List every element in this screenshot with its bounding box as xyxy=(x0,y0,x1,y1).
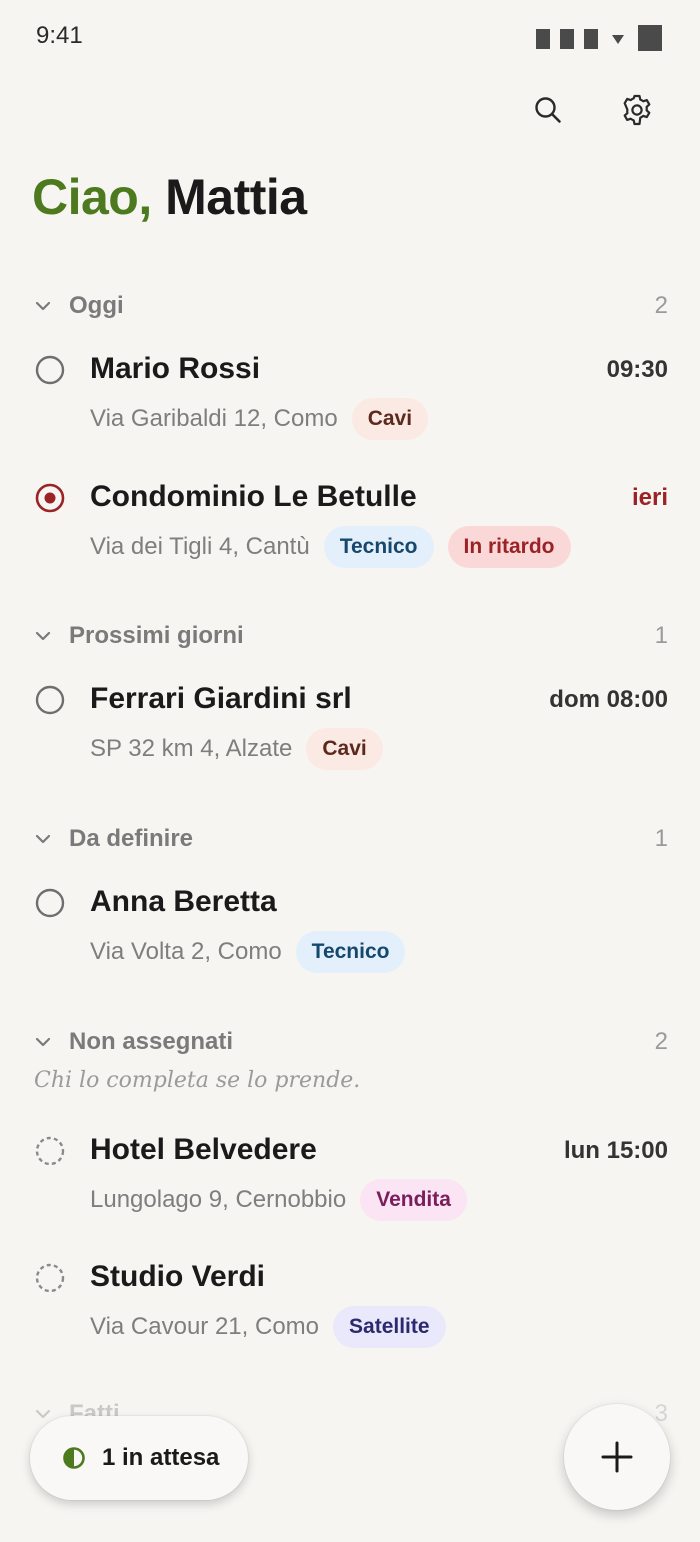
task-address: SP 32 km 4, Alzate xyxy=(90,735,293,762)
plus-icon xyxy=(601,1441,633,1473)
circle-checkbox-icon[interactable] xyxy=(34,684,66,716)
task-item[interactable]: Condominio Le Betulle ieri Via dei Tigli… xyxy=(34,480,668,592)
task-address: Via Garibaldi 12, Como xyxy=(90,405,338,432)
section-title: Da definire xyxy=(69,825,194,852)
task-time: lun 15:00 xyxy=(563,1137,668,1164)
task-meta: Via Cavour 21, Como Satellite xyxy=(90,1306,446,1348)
task-title: Ferrari Giardini srl xyxy=(90,682,352,715)
signal-bar-icon xyxy=(560,29,574,49)
user-name: Mattia xyxy=(165,169,307,225)
section-note: Chi lo completa se lo prende. xyxy=(34,1068,361,1093)
pending-label: 1 in attesa xyxy=(102,1444,220,1471)
settings-button[interactable] xyxy=(615,88,659,132)
status-icons xyxy=(536,25,662,51)
greeting-hello: Ciao, xyxy=(32,169,152,225)
task-title: Mario Rossi xyxy=(90,352,261,385)
section-title: Prossimi giorni xyxy=(69,622,244,649)
task-title: Hotel Belvedere xyxy=(90,1133,317,1166)
circle-checkbox-icon[interactable] xyxy=(34,887,66,919)
tag-badge: Cavi xyxy=(351,398,429,440)
greeting-title: Ciao, Mattia xyxy=(32,168,307,226)
chevron-down-icon xyxy=(34,630,54,642)
section-header-prossimi-giorni[interactable]: Prossimi giorni 1 xyxy=(34,616,668,656)
status-bar: 9:41 xyxy=(0,0,700,76)
chevron-down-icon xyxy=(34,300,54,312)
tag-badge: Cavi xyxy=(306,728,383,770)
section-title: Non assegnati xyxy=(69,1028,234,1055)
signal-bar-icon xyxy=(584,29,598,49)
task-meta: SP 32 km 4, Alzate Cavi xyxy=(90,728,383,770)
gear-icon xyxy=(623,94,651,126)
add-task-button[interactable] xyxy=(564,1404,670,1510)
task-address: Via Cavour 21, Como xyxy=(90,1313,320,1340)
task-item[interactable]: Anna Beretta Via Volta 2, Como Tecnico xyxy=(34,885,668,997)
task-item[interactable]: Mario Rossi 09:30 Via Garibaldi 12, Como… xyxy=(34,352,668,464)
section-header-da-definire[interactable]: Da definire 1 xyxy=(34,819,668,859)
tag-badge: Satellite xyxy=(333,1306,446,1348)
late-badge: In ritardo xyxy=(447,526,571,568)
task-meta: Via Volta 2, Como Tecnico xyxy=(90,931,406,973)
section-header-oggi[interactable]: Oggi 2 xyxy=(34,286,668,326)
task-meta: Lungolago 9, Cernobbio Vendita xyxy=(90,1179,467,1221)
status-time: 9:41 xyxy=(36,22,83,49)
section-header-non-assegnati[interactable]: Non assegnati 2 xyxy=(34,1022,668,1062)
search-icon xyxy=(535,97,561,123)
task-meta: Via dei Tigli 4, Cantù Tecnico In ritard… xyxy=(90,526,571,568)
task-title: Anna Beretta xyxy=(90,885,277,918)
dashed-circle-icon[interactable] xyxy=(34,1135,66,1167)
task-address: Via dei Tigli 4, Cantù xyxy=(90,533,310,560)
tag-badge: Vendita xyxy=(360,1179,467,1221)
task-time: ieri xyxy=(631,484,668,511)
task-time: dom 08:00 xyxy=(549,686,668,713)
section-title: Oggi xyxy=(69,292,124,319)
dashed-circle-icon[interactable] xyxy=(34,1262,66,1294)
tag-badge: Tecnico xyxy=(295,931,406,973)
task-item[interactable]: Studio Verdi Via Cavour 21, Como Satelli… xyxy=(34,1260,668,1372)
task-title: Studio Verdi xyxy=(90,1260,266,1293)
battery-icon xyxy=(638,25,662,51)
section-count: 1 xyxy=(654,622,668,649)
task-item[interactable]: Ferrari Giardini srl dom 08:00 SP 32 km … xyxy=(34,682,668,794)
chevron-down-icon xyxy=(34,1036,54,1048)
overdue-target-icon[interactable] xyxy=(34,482,66,514)
section-count: 1 xyxy=(654,825,668,852)
tag-badge: Tecnico xyxy=(323,526,434,568)
task-item[interactable]: Hotel Belvedere lun 15:00 Lungolago 9, C… xyxy=(34,1133,668,1245)
search-button[interactable] xyxy=(526,88,570,132)
circle-checkbox-icon[interactable] xyxy=(34,354,66,386)
signal-bar-icon xyxy=(536,29,550,49)
task-time: 09:30 xyxy=(606,356,668,383)
chevron-down-icon xyxy=(34,833,54,845)
section-count: 2 xyxy=(654,1028,668,1055)
half-circle-icon xyxy=(63,1447,85,1469)
task-title: Condominio Le Betulle xyxy=(90,480,417,513)
task-address: Lungolago 9, Cernobbio xyxy=(90,1186,347,1213)
pending-chip[interactable]: 1 in attesa xyxy=(30,1416,248,1500)
section-count: 2 xyxy=(654,292,668,319)
task-meta: Via Garibaldi 12, Como Cavi xyxy=(90,398,429,440)
wifi-icon xyxy=(612,34,624,44)
task-address: Via Volta 2, Como xyxy=(90,938,282,965)
chevron-down-icon xyxy=(34,1408,54,1420)
